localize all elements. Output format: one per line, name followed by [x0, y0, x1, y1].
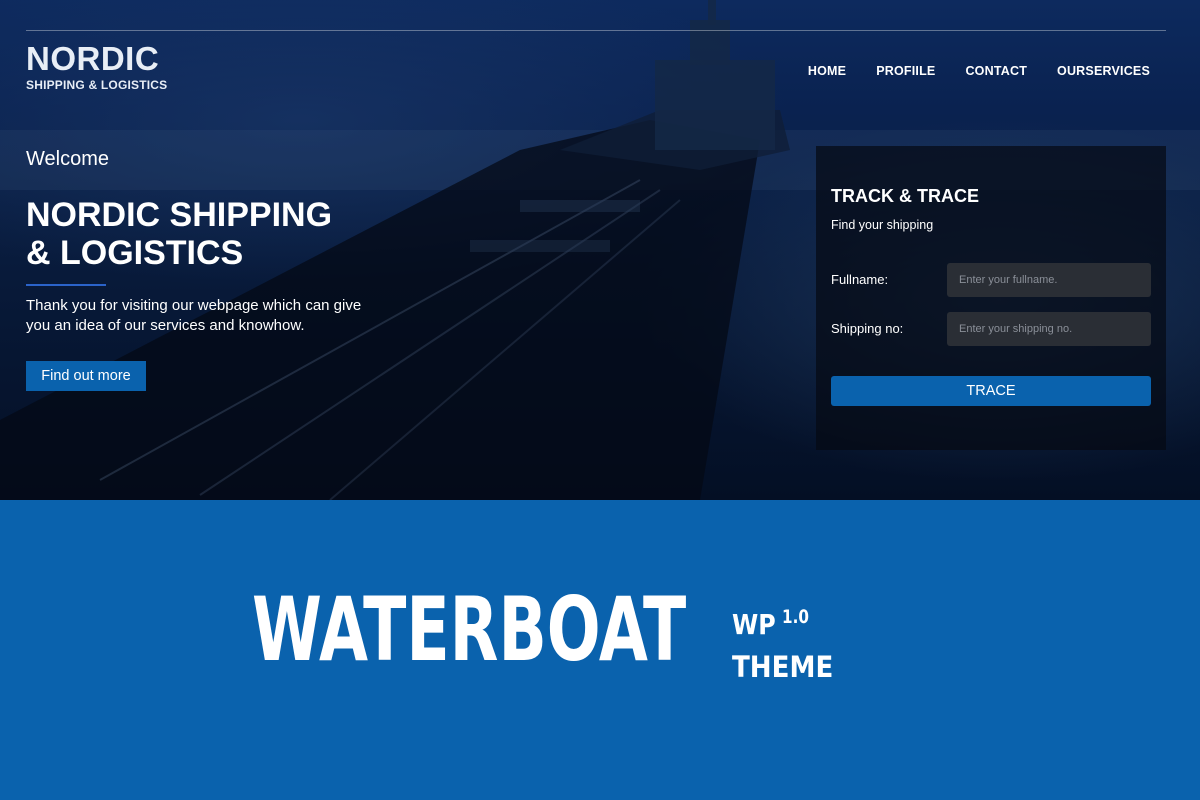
- theme-banner: WATERBOAT WP 1.0 THEME: [0, 500, 1200, 800]
- headline-underline: [26, 284, 106, 286]
- nav-item-contact[interactable]: CONTACT: [965, 64, 1027, 78]
- fullname-field[interactable]: [947, 263, 1151, 297]
- banner-title: WATERBOAT: [252, 578, 687, 681]
- hero-section: NORDIC SHIPPING & LOGISTICS HOME PROFIIL…: [0, 0, 1200, 500]
- track-trace-panel: TRACK & TRACE Find your shipping Fullnam…: [816, 146, 1166, 450]
- nav-item-ourservices[interactable]: OURSERVICES: [1057, 64, 1150, 78]
- track-trace-title: TRACK & TRACE: [831, 186, 979, 206]
- hero-intro-text: Thank you for visiting our webpage which…: [26, 297, 362, 334]
- fullname-label: Fullname:: [831, 272, 889, 287]
- banner-theme-label: THEME: [732, 650, 834, 684]
- hero-headline-line1: NORDIC SHIPPING: [26, 196, 333, 234]
- shipping-no-field[interactable]: [947, 312, 1151, 346]
- nav-item-profile[interactable]: PROFIILE: [876, 64, 935, 78]
- header-divider: [26, 30, 1166, 31]
- main-nav: HOME PROFIILE CONTACT OURSERVICES: [808, 64, 1150, 78]
- trace-button[interactable]: TRACE: [831, 376, 1151, 406]
- brand-title: NORDIC: [26, 40, 160, 77]
- nav-item-home[interactable]: HOME: [808, 64, 846, 78]
- find-out-more-button[interactable]: Find out more: [26, 361, 146, 391]
- shipping-no-label: Shipping no:: [831, 321, 904, 336]
- hero-headline: NORDIC SHIPPING & LOGISTICS: [26, 196, 406, 272]
- track-trace-subtitle: Find your shipping: [831, 218, 934, 232]
- banner-wp-label: WP: [732, 608, 776, 641]
- hero-headline-line2: & LOGISTICS: [26, 234, 244, 272]
- brand-logo[interactable]: NORDIC SHIPPING & LOGISTICS: [26, 40, 168, 93]
- welcome-text: Welcome: [26, 148, 109, 170]
- banner-version: 1.0: [782, 606, 809, 628]
- brand-subtitle: SHIPPING & LOGISTICS: [26, 78, 168, 92]
